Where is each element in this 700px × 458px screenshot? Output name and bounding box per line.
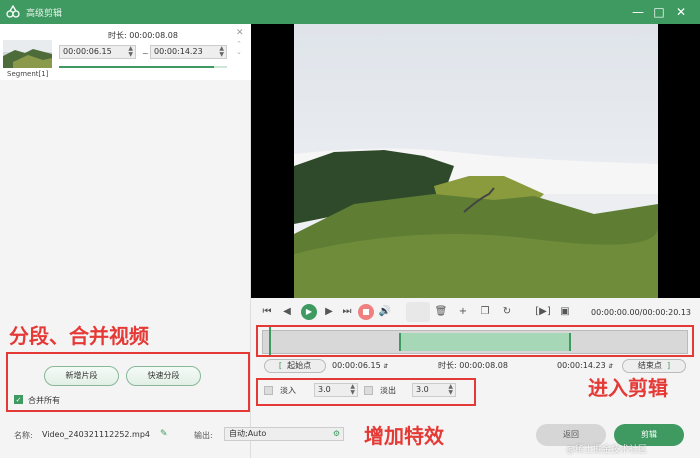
trim-range-icon[interactable]: [▶] xyxy=(535,304,551,320)
delete-segment-icon[interactable]: ✕ xyxy=(236,28,244,38)
timeline-selection[interactable] xyxy=(399,333,571,351)
effects-row: 淡入 3.0 ▲ ▼ 淡出 3.0 ▲ ▼ xyxy=(262,383,562,399)
quick-split-button[interactable]: 快速分段 xyxy=(126,366,201,386)
segment-label: Segment[1] xyxy=(7,70,49,78)
video-preview[interactable] xyxy=(251,24,700,298)
name-label: 名称: xyxy=(14,431,33,440)
segment-progress-bar xyxy=(59,66,227,68)
range-separator: ~ xyxy=(142,49,149,58)
next-frame-icon[interactable]: ▶ xyxy=(321,304,337,320)
title-bar: 高级剪辑 — □ ✕ xyxy=(0,0,700,24)
window-title: 高级剪辑 xyxy=(26,9,63,19)
stop-icon[interactable] xyxy=(358,304,374,320)
app-logo-icon xyxy=(6,5,20,18)
watermark: @稀土掘金技术社区 xyxy=(566,445,648,455)
fade-in-checkbox[interactable] xyxy=(264,386,273,395)
output-label: 输出: xyxy=(194,431,213,440)
maximize-icon[interactable]: □ xyxy=(651,4,667,20)
skip-start-icon[interactable]: ⏮ xyxy=(259,304,275,320)
delete-icon[interactable]: 🗑 xyxy=(433,304,449,320)
video-frame xyxy=(294,24,658,298)
trim-start-field[interactable]: 00:00:06.15 ⇵ xyxy=(332,359,402,373)
stepper-icon[interactable]: ▲ ▼ xyxy=(448,384,453,396)
rotate-icon[interactable]: ↻ xyxy=(499,304,515,320)
volume-icon[interactable]: 🔊 xyxy=(377,304,393,320)
skip-end-icon[interactable]: ⏭ xyxy=(339,304,355,320)
play-icon[interactable]: ▶ xyxy=(301,304,317,320)
minimize-icon[interactable]: — xyxy=(630,4,646,20)
fade-out-field[interactable]: 3.0 ▲ ▼ xyxy=(412,383,456,397)
close-icon[interactable]: ✕ xyxy=(673,4,689,20)
file-name: Video_240321112252.mp4 xyxy=(42,430,150,439)
fade-in-field[interactable]: 3.0 ▲ ▼ xyxy=(314,383,358,397)
segment-thumbnail xyxy=(3,40,52,68)
trim-duration: 时长: 00:00:08.08 xyxy=(438,361,508,370)
reorder-icon[interactable]: ⌃ ⌄ xyxy=(236,40,242,56)
stepper-icon[interactable]: ▲ ▼ xyxy=(219,46,224,58)
annotation-enter-trim: 进入剪辑 xyxy=(588,376,668,400)
prev-frame-icon[interactable]: ◀ xyxy=(279,304,295,320)
set-end-button[interactable]: 结束点 ] xyxy=(622,359,686,373)
playhead[interactable] xyxy=(269,327,271,355)
crop-icon[interactable]: ▣ xyxy=(557,304,573,320)
segment-duration: 时长: 00:00:08.08 xyxy=(108,31,178,40)
copy-icon[interactable]: ❐ xyxy=(477,304,493,320)
set-start-button[interactable]: [ 起始点 xyxy=(264,359,326,373)
fade-in-label: 淡入 xyxy=(280,386,296,395)
segment-progress-fill xyxy=(59,66,214,68)
split-icon[interactable] xyxy=(406,302,430,322)
timeline[interactable] xyxy=(262,327,688,355)
output-select[interactable]: 自动;Auto ⚙ xyxy=(224,427,344,441)
fade-out-label: 淡出 xyxy=(380,386,396,395)
stepper-icon[interactable]: ▲ ▼ xyxy=(128,46,133,58)
segment-start-field[interactable]: 00:00:06.15 ▲ ▼ xyxy=(59,45,136,59)
merge-all-checkbox[interactable]: ✓ xyxy=(14,395,23,404)
segment-card[interactable]: Segment[1] 时长: 00:00:08.08 00:00:06.15 ▲… xyxy=(0,24,251,80)
player-controls: ⏮ ◀ ▶ ▶ ⏭ 🔊 🗑 + ❐ ↻ [▶] ▣ 00:00:00.00/00… xyxy=(251,298,700,326)
edit-name-icon[interactable]: ✎ xyxy=(160,429,168,439)
segment-end-field[interactable]: 00:00:14.23 ▲ ▼ xyxy=(150,45,227,59)
merge-all-label: 合并所有 xyxy=(28,396,60,405)
fade-out-checkbox[interactable] xyxy=(364,386,373,395)
annotation-split-merge: 分段、合并视频 xyxy=(9,324,149,348)
stepper-icon[interactable]: ▲ ▼ xyxy=(350,384,355,396)
trim-end-field[interactable]: 00:00:14.23 ⇵ xyxy=(557,359,627,373)
settings-icon[interactable]: ⚙ xyxy=(333,428,340,440)
time-readout: 00:00:00.00/00:00:20.13 xyxy=(591,308,691,317)
new-segment-button[interactable]: 新增片段 xyxy=(44,366,119,386)
add-icon[interactable]: + xyxy=(455,304,471,320)
